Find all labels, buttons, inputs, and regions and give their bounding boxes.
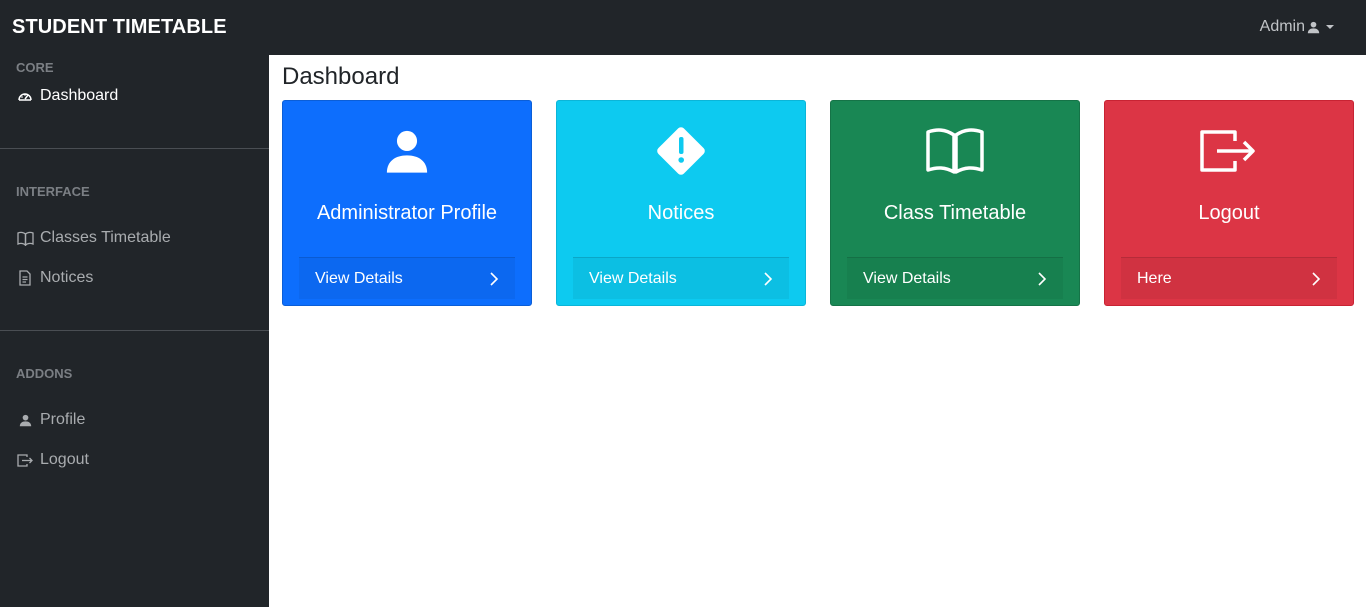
card-administrator-profile: Administrator Profile View Details <box>282 100 532 306</box>
sidebar: CORE Dashboard INTERFACE Classes Timetab… <box>0 55 269 607</box>
person-icon <box>283 123 531 179</box>
logout-icon <box>16 451 34 469</box>
card-class-timetable: Class Timetable View Details <box>830 100 1080 306</box>
sidebar-section-addons: ADDONS <box>16 366 73 381</box>
card-title: Class Timetable <box>883 202 1027 224</box>
top-navbar: STUDENT TIMETABLE Admin <box>0 0 1366 55</box>
chevron-down-icon <box>1326 25 1334 29</box>
card-footer-label: Here <box>1137 269 1172 287</box>
card-footer-label: View Details <box>315 269 403 287</box>
main-content: Dashboard Administrator Profile View Det… <box>269 55 1366 607</box>
card-footer-link[interactable]: View Details <box>573 257 789 299</box>
warning-diamond-icon <box>557 123 805 179</box>
book-icon <box>831 123 1079 179</box>
card-footer-label: View Details <box>589 269 677 287</box>
sidebar-item-label: Dashboard <box>40 87 119 104</box>
card-footer-link[interactable]: Here <box>1121 257 1337 299</box>
user-menu-dropdown[interactable]: Admin <box>1260 17 1334 37</box>
book-icon <box>16 229 34 247</box>
card-footer-link[interactable]: View Details <box>299 257 515 299</box>
app-title[interactable]: STUDENT TIMETABLE <box>12 14 227 40</box>
chevron-right-icon <box>1312 271 1321 286</box>
card-title: Administrator Profile <box>316 202 498 224</box>
chevron-right-icon <box>1038 271 1047 286</box>
person-icon <box>1307 21 1320 33</box>
card-footer-label: View Details <box>863 269 951 287</box>
sidebar-section-core: CORE <box>16 60 54 75</box>
sidebar-item-logout[interactable]: Logout <box>16 448 89 472</box>
page-title: Dashboard <box>282 63 400 90</box>
logout-icon <box>1105 123 1353 179</box>
card-notices: Notices View Details <box>556 100 806 306</box>
chevron-right-icon <box>490 271 499 286</box>
user-menu-label: Admin <box>1259 18 1305 35</box>
sidebar-section-interface: INTERFACE <box>16 184 90 199</box>
chevron-right-icon <box>764 271 773 286</box>
sidebar-item-profile[interactable]: Profile <box>16 408 85 432</box>
sidebar-item-label: Logout <box>40 451 89 468</box>
person-icon <box>16 411 34 429</box>
speedometer-icon <box>16 87 34 105</box>
sidebar-item-label: Profile <box>40 411 86 428</box>
document-icon <box>16 269 34 287</box>
card-footer-link[interactable]: View Details <box>847 257 1063 299</box>
sidebar-item-label: Notices <box>40 269 94 286</box>
card-logout: Logout Here <box>1104 100 1354 306</box>
sidebar-item-dashboard[interactable]: Dashboard <box>16 84 118 108</box>
sidebar-item-notices[interactable]: Notices <box>16 266 93 290</box>
sidebar-divider <box>0 330 269 331</box>
card-title: Notices <box>647 202 715 224</box>
sidebar-item-label: Classes Timetable <box>40 229 171 246</box>
sidebar-divider <box>0 148 269 149</box>
card-title: Logout <box>1198 202 1260 224</box>
sidebar-item-classes-timetable[interactable]: Classes Timetable <box>16 226 171 250</box>
